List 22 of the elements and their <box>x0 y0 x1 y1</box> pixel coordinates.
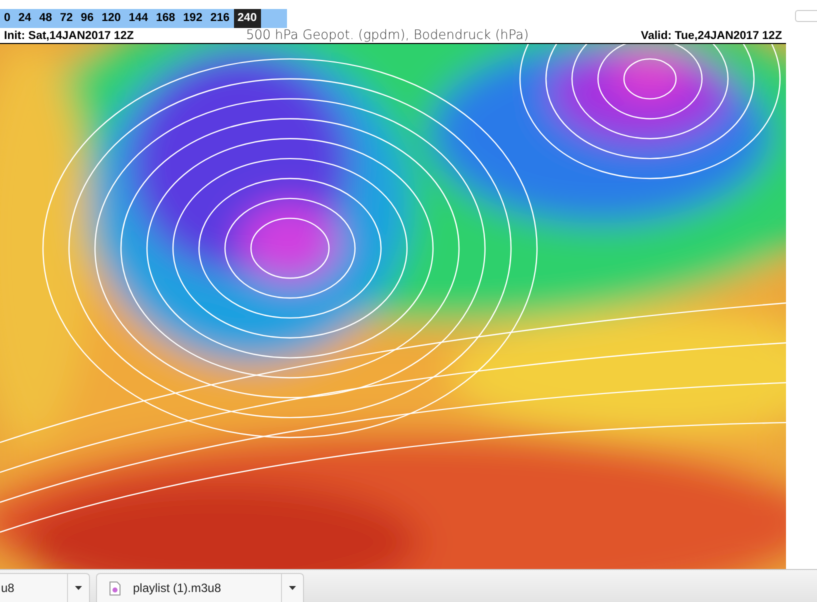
forecast-hour-link[interactable]: 24 <box>14 9 36 28</box>
side-field[interactable] <box>795 10 817 22</box>
valid-time: Valid: Tue,24JAN2017 12Z <box>640 30 782 42</box>
file-name: playlist (1).m3u8 <box>132 581 222 595</box>
forecast-hour-link[interactable]: 96 <box>76 9 98 28</box>
download-item[interactable]: u8 <box>0 573 90 602</box>
forecast-hour-link[interactable]: 216 <box>206 9 234 28</box>
forecast-hour-link[interactable]: 120 <box>98 9 125 28</box>
chart-title: 500 hPa Geopot. (gpdm), Bodendruck (hPa) <box>246 28 529 43</box>
forecast-hour-link[interactable]: 168 <box>152 9 180 28</box>
forecast-hour-link[interactable]: 72 <box>56 9 77 28</box>
init-time: Init: Sat,14JAN2017 12Z <box>4 30 134 42</box>
forecast-hour-link[interactable]: 48 <box>35 9 56 28</box>
file-icon <box>109 580 121 596</box>
forecast-hour-link[interactable]: 192 <box>179 9 206 28</box>
file-name: u8 <box>0 581 16 595</box>
forecast-hour-link[interactable]: 0 <box>0 9 14 28</box>
forecast-hour-link[interactable]: 240 <box>234 9 261 28</box>
download-item[interactable]: playlist (1).m3u8 <box>96 573 304 602</box>
caret-icon <box>289 586 296 590</box>
forecast-hour-link[interactable]: 144 <box>124 9 152 28</box>
caret-icon <box>75 586 82 590</box>
